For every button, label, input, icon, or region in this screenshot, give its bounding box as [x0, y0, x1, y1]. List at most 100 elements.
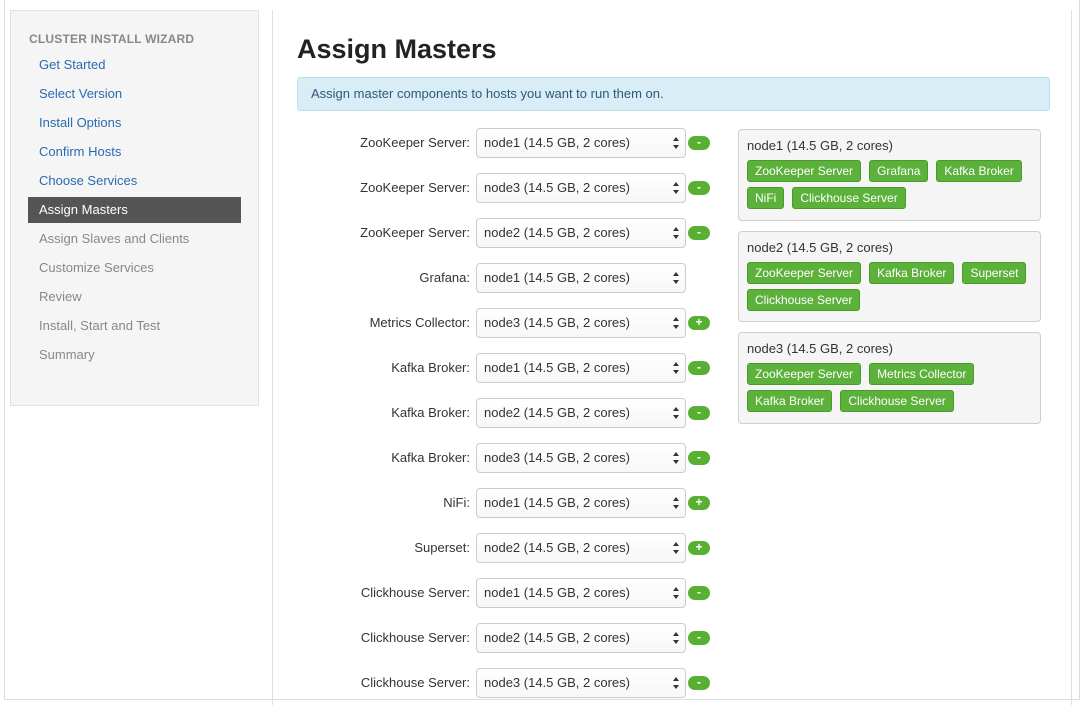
step-assign-slaves-clients: Assign Slaves and Clients: [39, 231, 190, 246]
component-tag: Kafka Broker: [936, 160, 1022, 182]
host-select[interactable]: node2 (14.5 GB, 2 cores): [476, 218, 686, 248]
add-component-button[interactable]: +: [688, 316, 710, 330]
select-arrows-icon: [673, 137, 679, 149]
component-label: Kafka Broker:: [391, 450, 470, 465]
component-tag: Clickhouse Server: [747, 289, 861, 311]
host-title: node2 (14.5 GB, 2 cores): [747, 240, 893, 255]
select-arrows-icon: [673, 317, 679, 329]
remove-component-button[interactable]: -: [688, 181, 710, 195]
component-tags: ZooKeeper Server Metrics Collector Kafka B…: [747, 363, 1037, 417]
add-component-button[interactable]: +: [688, 541, 710, 555]
select-arrows-icon: [673, 497, 679, 509]
assignment-row: Kafka Broker: node3 (14.5 GB, 2 cores) -: [273, 443, 1013, 473]
assignment-row: Superset: node2 (14.5 GB, 2 cores) +: [273, 533, 1013, 563]
host-title: node1 (14.5 GB, 2 cores): [747, 138, 893, 153]
assignment-row: NiFi: node1 (14.5 GB, 2 cores) +: [273, 488, 1013, 518]
component-label: Clickhouse Server:: [360, 630, 470, 645]
assignment-row: Clickhouse Server: node3 (14.5 GB, 2 core…: [273, 668, 1013, 698]
host-select[interactable]: node2 (14.5 GB, 2 cores): [476, 398, 686, 428]
component-tag: Grafana: [869, 160, 929, 182]
wizard-sidebar: CLUSTER INSTALL WIZARD Get Started Selec…: [10, 10, 259, 406]
step-summary: Summary: [39, 347, 95, 362]
host-select[interactable]: node3 (14.5 GB, 2 cores): [476, 308, 686, 338]
remove-component-button[interactable]: -: [688, 361, 710, 375]
remove-component-button[interactable]: -: [688, 136, 710, 150]
remove-component-button[interactable]: -: [688, 586, 710, 600]
select-arrows-icon: [673, 542, 679, 554]
sidebar-header: CLUSTER INSTALL WIZARD: [29, 32, 195, 46]
add-component-button[interactable]: +: [688, 496, 710, 510]
select-arrows-icon: [673, 407, 679, 419]
component-label: Superset:: [414, 540, 470, 555]
host-select[interactable]: node2 (14.5 GB, 2 cores): [476, 533, 686, 563]
component-tag: ZooKeeper Server: [747, 363, 862, 385]
host-select[interactable]: node1 (14.5 GB, 2 cores): [476, 128, 686, 158]
component-tag: Kafka Broker: [869, 262, 955, 284]
component-tags: ZooKeeper Server Grafana Kafka Broker NiFi C…: [747, 160, 1037, 214]
host-select-value: node3 (14.5 GB, 2 cores): [484, 180, 630, 195]
select-arrows-icon: [673, 362, 679, 374]
info-alert: Assign master components to hosts you wa…: [297, 77, 1050, 111]
host-select[interactable]: node1 (14.5 GB, 2 cores): [476, 353, 686, 383]
host-box: node3 (14.5 GB, 2 cores) ZooKeeper Server…: [738, 332, 1041, 424]
host-select-value: node1 (14.5 GB, 2 cores): [484, 495, 630, 510]
main-panel: Assign Masters Assign master components …: [272, 10, 1072, 705]
host-select[interactable]: node2 (14.5 GB, 2 cores): [476, 623, 686, 653]
host-select[interactable]: node3 (14.5 GB, 2 cores): [476, 173, 686, 203]
remove-component-button[interactable]: -: [688, 451, 710, 465]
component-tag: Kafka Broker: [747, 390, 833, 412]
remove-component-button[interactable]: -: [688, 406, 710, 420]
host-select-value: node1 (14.5 GB, 2 cores): [484, 585, 630, 600]
component-tag: Superset: [962, 262, 1027, 284]
step-customize-services: Customize Services: [39, 260, 154, 275]
component-tag: Metrics Collector: [869, 363, 975, 385]
step-install-options[interactable]: Install Options: [28, 110, 241, 139]
component-label: Metrics Collector:: [369, 315, 470, 330]
host-select-value: node2 (14.5 GB, 2 cores): [484, 405, 630, 420]
select-arrows-icon: [673, 677, 679, 689]
component-label: ZooKeeper Server:: [360, 225, 470, 240]
host-select-value: node2 (14.5 GB, 2 cores): [484, 225, 630, 240]
step-install-start-test: Install, Start and Test: [39, 318, 161, 333]
remove-component-button[interactable]: -: [688, 676, 710, 690]
host-box: node2 (14.5 GB, 2 cores) ZooKeeper Server…: [738, 231, 1041, 322]
step-select-version[interactable]: Select Version: [28, 81, 241, 110]
host-select-value: node3 (14.5 GB, 2 cores): [484, 315, 630, 330]
component-tag: Clickhouse Server: [792, 187, 906, 209]
host-select-value: node2 (14.5 GB, 2 cores): [484, 630, 630, 645]
component-tag: Clickhouse Server: [840, 390, 954, 412]
select-arrows-icon: [673, 452, 679, 464]
host-title: node3 (14.5 GB, 2 cores): [747, 341, 893, 356]
host-box: node1 (14.5 GB, 2 cores) ZooKeeper Server…: [738, 129, 1041, 221]
page-title: Assign Masters: [297, 34, 497, 64]
select-arrows-icon: [673, 182, 679, 194]
step-choose-services[interactable]: Choose Services: [28, 168, 241, 197]
step-assign-masters[interactable]: Assign Masters: [28, 197, 241, 223]
host-select-value: node1 (14.5 GB, 2 cores): [484, 135, 630, 150]
select-arrows-icon: [673, 632, 679, 644]
remove-component-button[interactable]: -: [688, 226, 710, 240]
host-select[interactable]: node1 (14.5 GB, 2 cores): [476, 488, 686, 518]
host-select-value: node1 (14.5 GB, 2 cores): [484, 270, 630, 285]
host-select[interactable]: node3 (14.5 GB, 2 cores): [476, 443, 686, 473]
step-confirm-hosts[interactable]: Confirm Hosts: [28, 139, 241, 168]
component-label: ZooKeeper Server:: [360, 180, 470, 195]
component-tags: ZooKeeper Server Kafka Broker Superset Clic…: [747, 262, 1037, 316]
remove-component-button[interactable]: -: [688, 631, 710, 645]
host-select[interactable]: node3 (14.5 GB, 2 cores): [476, 668, 686, 698]
component-label: Clickhouse Server:: [360, 585, 470, 600]
component-label: Kafka Broker:: [391, 360, 470, 375]
component-tag: NiFi: [747, 187, 785, 209]
host-select-value: node3 (14.5 GB, 2 cores): [484, 450, 630, 465]
host-select-value: node1 (14.5 GB, 2 cores): [484, 360, 630, 375]
component-label: ZooKeeper Server:: [360, 135, 470, 150]
step-get-started[interactable]: Get Started: [28, 52, 241, 81]
host-select[interactable]: node1 (14.5 GB, 2 cores): [476, 578, 686, 608]
select-arrows-icon: [673, 272, 679, 284]
host-select[interactable]: node1 (14.5 GB, 2 cores): [476, 263, 686, 293]
component-label: Clickhouse Server:: [360, 675, 470, 690]
host-select-value: node2 (14.5 GB, 2 cores): [484, 540, 630, 555]
select-arrows-icon: [673, 227, 679, 239]
assignment-row: Clickhouse Server: node1 (14.5 GB, 2 core…: [273, 578, 1013, 608]
step-review: Review: [39, 289, 82, 304]
